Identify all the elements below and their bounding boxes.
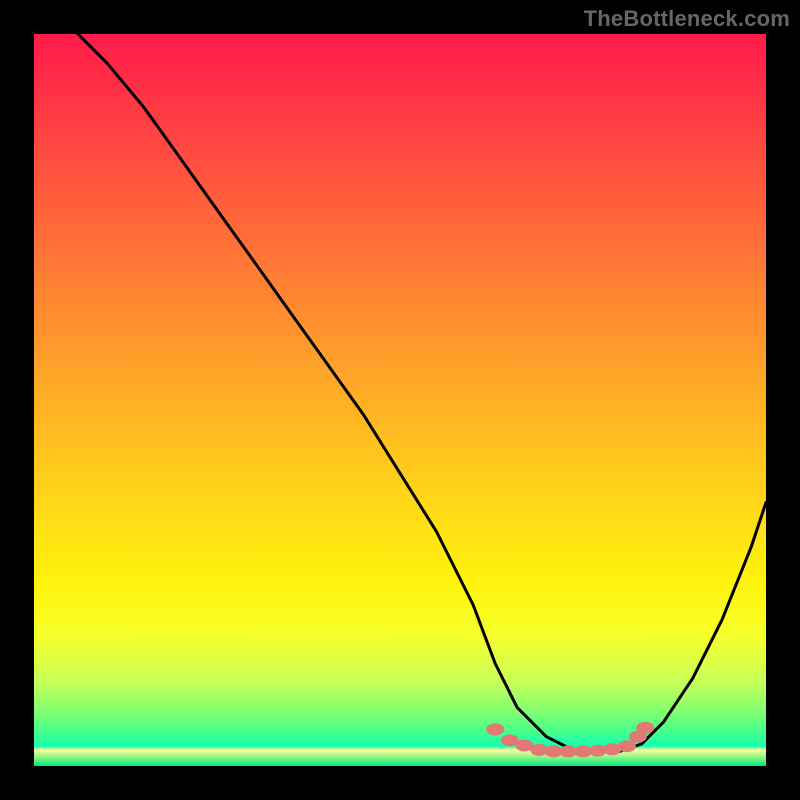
chart-container: TheBottleneck.com	[0, 0, 800, 800]
plot-area	[34, 34, 766, 766]
watermark-text: TheBottleneck.com	[584, 6, 790, 32]
plot-frame	[34, 34, 766, 766]
background-gradient	[34, 34, 766, 766]
